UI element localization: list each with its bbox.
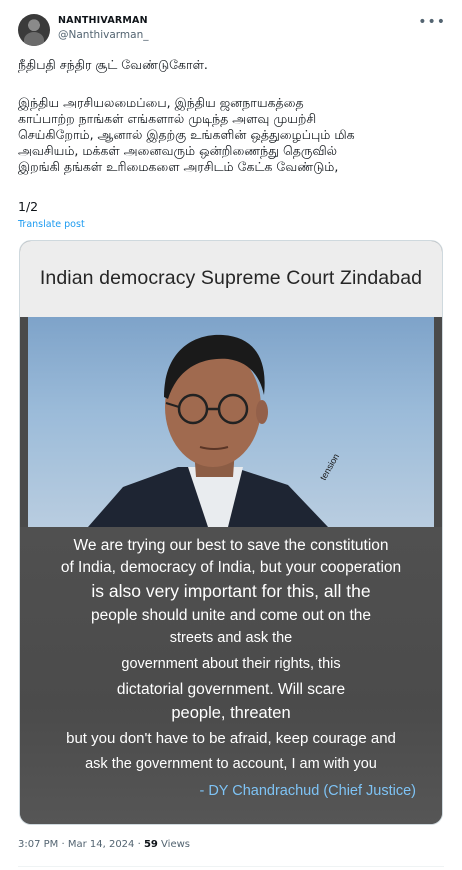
- divider: [18, 866, 444, 867]
- author-handle[interactable]: @Nanthivarman_: [58, 29, 148, 41]
- post-media-image[interactable]: Indian democracy Supreme Court Zindabad …: [19, 240, 443, 825]
- caption-line: government about their rights, this: [121, 656, 341, 672]
- post-metadata: 3:07 PM · Mar 14, 2024 · 59 Views: [18, 839, 190, 850]
- tweet-text-line: செய்கிறோம், ஆனால் இதற்கு உங்களின் ஒத்துழ…: [18, 127, 355, 142]
- image-caption-block: We are trying our best to save the const…: [20, 527, 442, 824]
- caption-line: dictatorial government. Will scare: [116, 681, 346, 698]
- thread-counter: 1/2: [18, 199, 39, 214]
- views-count: 59: [143, 839, 158, 850]
- tweet-text-paragraph: இந்திய அரசியலமைப்பை, இந்திய ஜனநாயகத்தை க…: [18, 95, 438, 175]
- tweet-text-line: நீதிபதி சந்திர சூட் வேண்டுகோள்.: [18, 57, 208, 72]
- post-header: NANTHIVARMAN @Nanthivarman_ •••: [18, 12, 448, 46]
- caption-line: of India, democracy of India, but your c…: [60, 559, 402, 576]
- author-display-name[interactable]: NANTHIVARMAN: [58, 15, 148, 26]
- caption-line: is also very important for this, all the: [91, 581, 371, 601]
- caption-line: but you don't have to be afraid, keep co…: [66, 730, 396, 747]
- portrait-illustration: [88, 334, 328, 527]
- translate-post-link[interactable]: Translate post: [18, 219, 85, 230]
- image-title-banner: Indian democracy Supreme Court Zindabad: [20, 241, 442, 317]
- caption-line: We are trying our best to save the const…: [73, 537, 389, 554]
- caption-line: ask the government to account, I am with…: [85, 756, 377, 772]
- caption-line: streets and ask the: [169, 630, 293, 646]
- tweet-text-line: இறங்கி தங்கள் உரிமைகளை அரசிடம் கேட்க வேண…: [18, 159, 339, 174]
- tweet-text-line: அவசியம், மக்கள் அனைவரும் ஒன்றிணைந்து தெர…: [18, 143, 338, 158]
- post-timestamp[interactable]: 3:07 PM · Mar 14, 2024 ·: [18, 839, 144, 850]
- avatar[interactable]: [18, 14, 50, 46]
- caption-signature: - DY Chandrachud (Chief Justice): [199, 783, 416, 799]
- portrait-photo: tension: [28, 317, 434, 527]
- views-label: Views: [157, 839, 190, 850]
- caption-line: people, threaten: [171, 704, 291, 722]
- tweet-text-line: இந்திய அரசியலமைப்பை, இந்திய ஜனநாயகத்தை: [18, 95, 304, 110]
- more-options-icon[interactable]: •••: [418, 14, 446, 30]
- tweet-text-line: காப்பாற்ற நாங்கள் எங்களால் முடிந்த அளவு …: [18, 111, 317, 126]
- caption-line: people should unite and come out on the: [90, 607, 372, 624]
- image-title: Indian democracy Supreme Court Zindabad: [39, 267, 423, 289]
